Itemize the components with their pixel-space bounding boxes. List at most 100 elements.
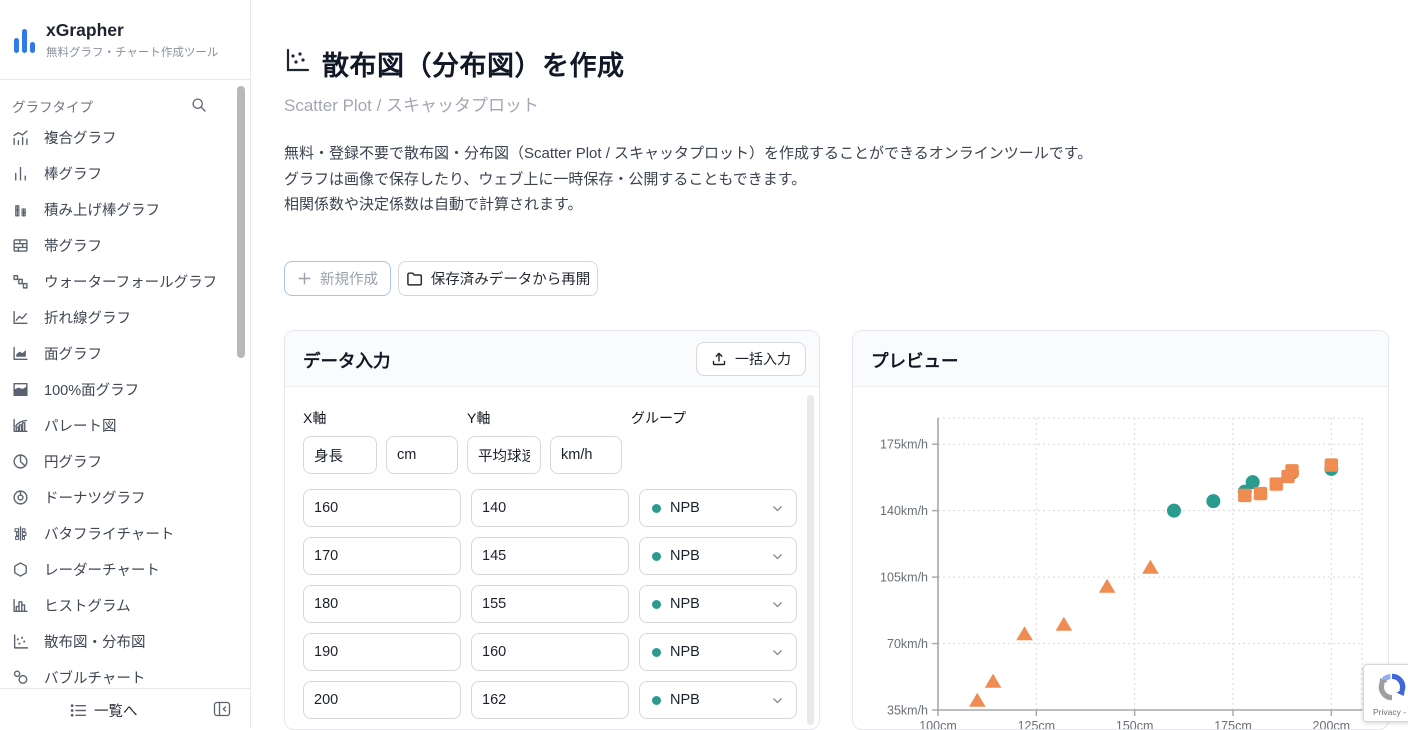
page-title: 散布図（分布図）を作成 <box>322 44 625 83</box>
waterfall-chart-icon <box>12 273 29 290</box>
sidebar-item-histogram[interactable]: ヒストグラム <box>0 587 238 623</box>
svg-text:140km/h: 140km/h <box>880 504 928 518</box>
sidebar-item-label: ドーナツグラフ <box>44 487 146 508</box>
scatter-chart-area: 100cm125cm150cm175cm200cm35km/h70km/h105… <box>853 387 1389 730</box>
sidebar-scrollbar[interactable] <box>237 86 245 358</box>
preview-panel: プレビュー 100cm125cm150cm175cm200cm35km/h70k… <box>852 330 1389 730</box>
y-axis-label: Y軸 <box>467 408 490 428</box>
sidebar-item-label: バブルチャート <box>44 667 145 688</box>
x-value-input[interactable] <box>303 489 461 527</box>
bubble-chart-icon <box>12 669 29 686</box>
app-title[interactable]: xGrapher <box>46 20 124 41</box>
bar-chart-icon <box>12 165 29 182</box>
line-chart-icon <box>12 309 29 326</box>
sidebar-item-label: 積み上げ棒グラフ <box>44 199 160 220</box>
sidebar-item-area-100-chart[interactable]: 100%面グラフ <box>0 371 238 407</box>
recaptcha-privacy-terms[interactable]: Privacy - Terms <box>1373 707 1408 717</box>
y-value-input[interactable] <box>471 681 629 719</box>
sidebar-item-label: 複合グラフ <box>44 127 117 148</box>
scatter-plot-title-icon <box>284 47 311 74</box>
butterfly-chart-icon <box>12 525 29 542</box>
svg-text:70km/h: 70km/h <box>887 637 928 651</box>
group-select-label: NPB <box>670 548 771 564</box>
divider <box>0 79 251 80</box>
sidebar-item-label: 円グラフ <box>44 451 102 472</box>
bulk-input-button[interactable]: 一括入力 <box>696 342 806 376</box>
sidebar: xGrapher 無料グラフ・チャート作成ツール グラフタイプ 複合グラフ棒グラ… <box>0 0 251 729</box>
y-axis-name-input[interactable] <box>467 436 541 474</box>
list-icon <box>70 702 87 719</box>
sidebar-item-combo-chart[interactable]: 複合グラフ <box>0 119 238 155</box>
radar-chart-icon <box>12 561 29 578</box>
y-value-input[interactable] <box>471 537 629 575</box>
svg-text:150cm: 150cm <box>1116 719 1154 730</box>
x-axis-label: X軸 <box>303 408 326 428</box>
sidebar-item-label: パレート図 <box>44 415 117 436</box>
y-axis-unit-input[interactable] <box>550 436 622 474</box>
sidebar-item-label: 散布図・分布図 <box>44 631 146 652</box>
sidebar-item-donut-chart[interactable]: ドーナツグラフ <box>0 479 238 515</box>
y-value-input[interactable] <box>471 633 629 671</box>
group-select[interactable]: NPB <box>639 585 797 623</box>
band-chart-icon <box>12 237 29 254</box>
group-select[interactable]: NPB <box>639 537 797 575</box>
x-axis-unit-input[interactable] <box>386 436 458 474</box>
group-select[interactable]: NPB <box>639 633 797 671</box>
sidebar-item-pie-chart[interactable]: 円グラフ <box>0 443 238 479</box>
data-row: NPB <box>285 537 820 585</box>
sidebar-item-label: レーダーチャート <box>44 559 160 580</box>
bulk-input-label: 一括入力 <box>735 349 791 369</box>
sidebar-item-band-chart[interactable]: 帯グラフ <box>0 227 238 263</box>
x-value-input[interactable] <box>303 681 461 719</box>
sidebar-item-butterfly-chart[interactable]: バタフライチャート <box>0 515 238 551</box>
x-value-input[interactable] <box>303 633 461 671</box>
data-row: NPB <box>285 633 820 681</box>
preview-title: プレビュー <box>871 348 959 373</box>
y-value-input[interactable] <box>471 585 629 623</box>
sidebar-item-waterfall-chart[interactable]: ウォーターフォールグラフ <box>0 263 238 299</box>
sidebar-item-pareto-chart[interactable]: パレート図 <box>0 407 238 443</box>
graph-type-section-label: グラフタイプ <box>12 96 93 116</box>
chevron-down-icon <box>771 502 784 515</box>
sidebar-item-stacked-bar-chart[interactable]: 積み上げ棒グラフ <box>0 191 238 227</box>
recaptcha-badge[interactable]: Privacy - Terms <box>1363 664 1408 722</box>
sidebar-item-label: ウォーターフォールグラフ <box>44 271 217 292</box>
collapse-sidebar-icon[interactable] <box>213 700 231 718</box>
group-select[interactable]: NPB <box>639 489 797 527</box>
sidebar-item-area-chart[interactable]: 面グラフ <box>0 335 238 371</box>
sidebar-item-bar-chart[interactable]: 棒グラフ <box>0 155 238 191</box>
sidebar-item-line-chart[interactable]: 折れ線グラフ <box>0 299 238 335</box>
group-select[interactable]: NPB <box>639 681 797 719</box>
sidebar-item-label: ヒストグラム <box>44 595 131 616</box>
sidebar-item-scatter-plot[interactable]: 散布図・分布図 <box>0 623 238 659</box>
x-axis-name-input[interactable] <box>303 436 377 474</box>
x-value-input[interactable] <box>303 537 461 575</box>
chevron-down-icon <box>771 646 784 659</box>
go-to-list-label: 一覧へ <box>94 700 138 721</box>
new-creation-button[interactable]: 新規作成 <box>284 261 391 296</box>
svg-text:125cm: 125cm <box>1018 719 1056 730</box>
chevron-down-icon <box>771 694 784 707</box>
data-row: NPB <box>285 585 820 633</box>
x-value-input[interactable] <box>303 585 461 623</box>
group-color-dot <box>652 600 661 609</box>
group-color-dot <box>652 504 661 513</box>
data-panel-scrollbar[interactable] <box>807 395 814 725</box>
search-icon[interactable] <box>191 97 207 113</box>
go-to-list-button[interactable]: 一覧へ <box>70 700 138 721</box>
y-value-input[interactable] <box>471 489 629 527</box>
svg-text:175cm: 175cm <box>1214 719 1252 730</box>
svg-text:100cm: 100cm <box>919 719 957 730</box>
group-label: グループ <box>631 408 686 428</box>
sidebar-item-radar-chart[interactable]: レーダーチャート <box>0 551 238 587</box>
resume-from-saved-button[interactable]: 保存済みデータから再開 <box>398 261 598 296</box>
group-color-dot <box>652 648 661 657</box>
scatter-chart: 100cm125cm150cm175cm200cm35km/h70km/h105… <box>853 387 1389 730</box>
group-select-label: NPB <box>670 692 771 708</box>
page-description: 無料・登録不要で散布図・分布図（Scatter Plot / スキャッタプロット… <box>284 141 1092 218</box>
description-line: グラフは画像で保存したり、ウェブ上に一時保存・公開することもできます。 <box>284 167 1092 193</box>
combo-chart-icon <box>12 129 29 146</box>
group-color-dot <box>652 552 661 561</box>
group-select-label: NPB <box>670 500 771 516</box>
data-input-header: データ入力 一括入力 <box>285 331 819 387</box>
